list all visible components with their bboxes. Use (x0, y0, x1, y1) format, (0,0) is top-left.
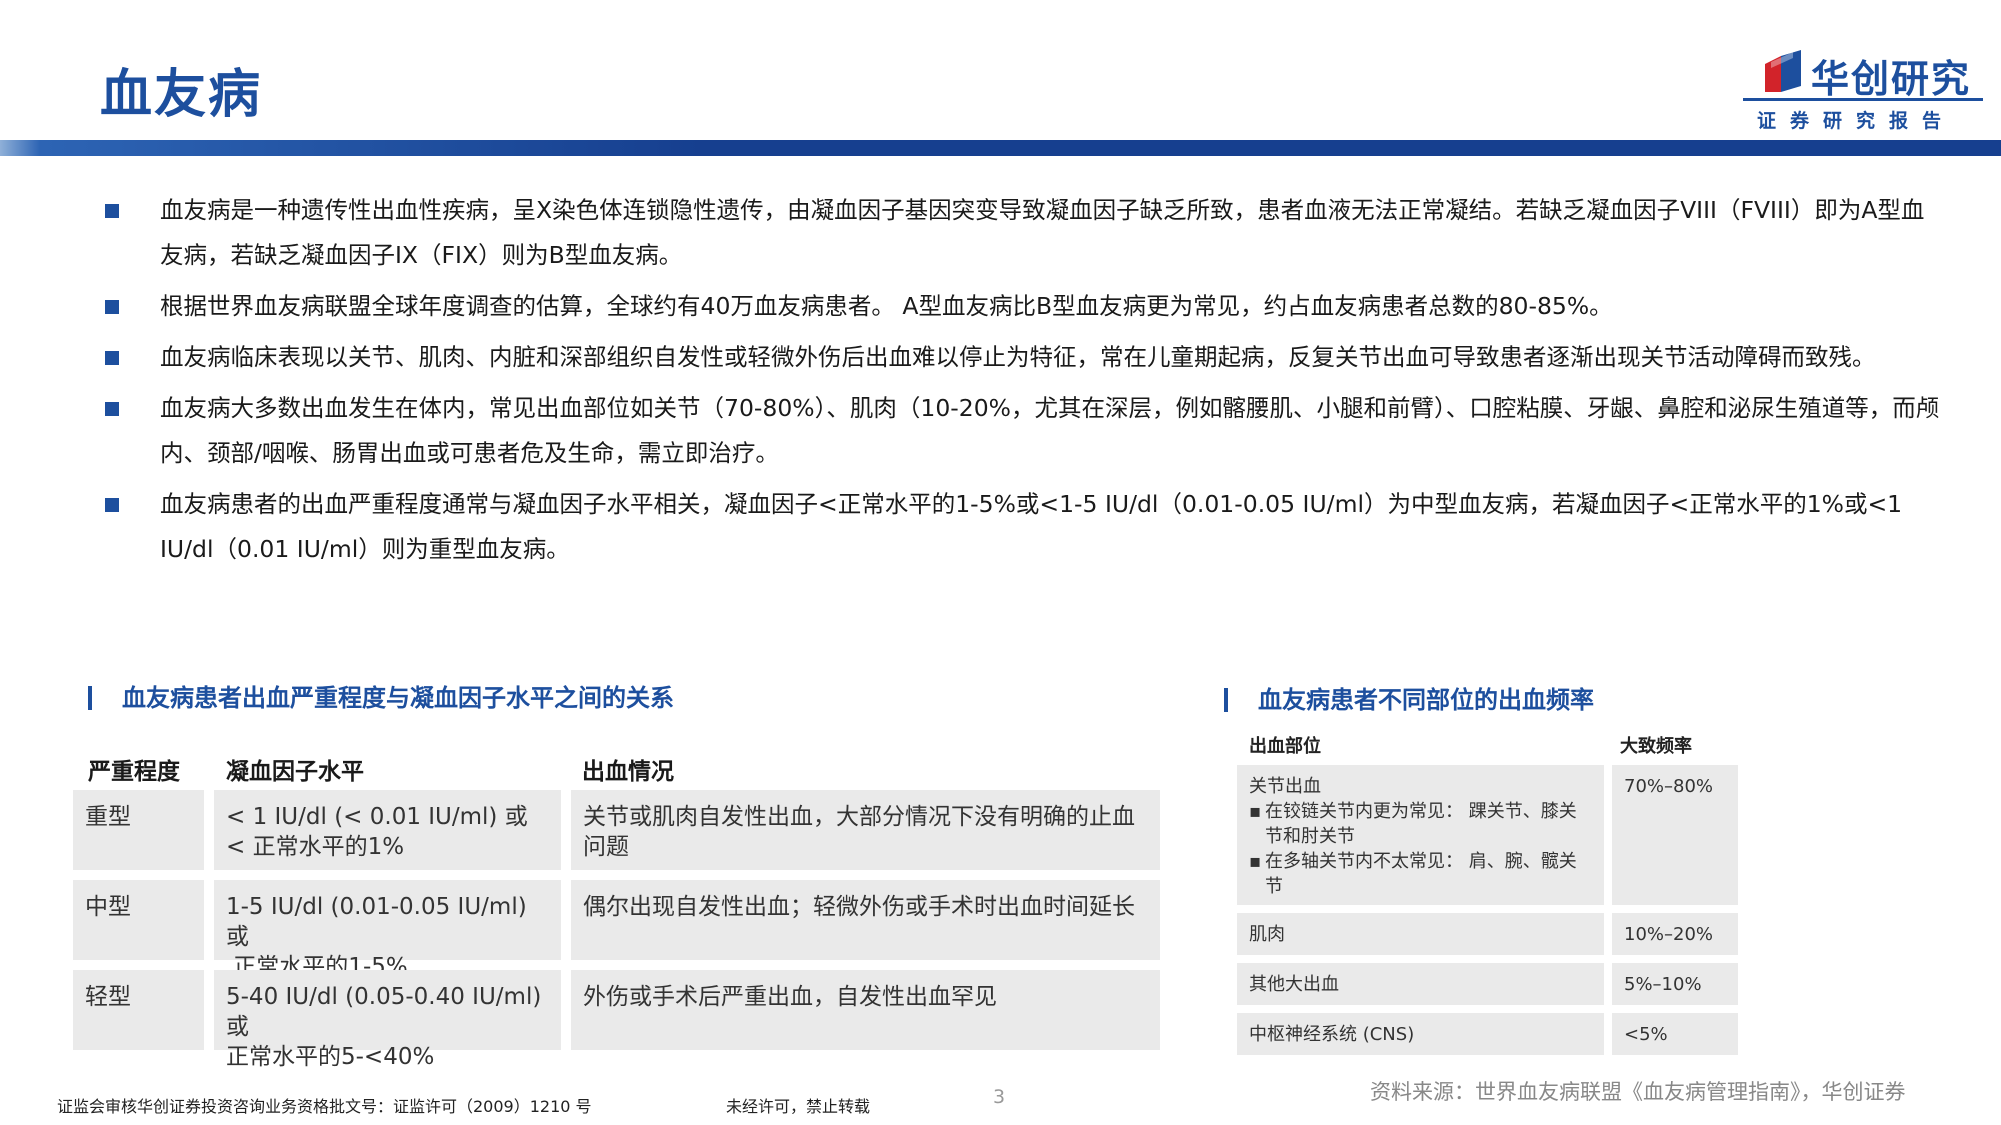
section-bar-icon (88, 686, 92, 710)
bullet-text: 根据世界血友病联盟全球年度调查的估算，全球约有40万血友病患者。 A型血友病比B… (160, 292, 1613, 320)
section-bar-icon (1224, 688, 1228, 712)
site-cell: 中枢神经系统 (CNS) (1237, 1013, 1604, 1055)
source-note: 资料来源：世界血友病联盟《血友病管理指南》，华创证券 (1370, 1080, 1906, 1104)
bullet-square-icon (105, 351, 119, 365)
bullet-item: 血友病患者的出血严重程度通常与凝血因子水平相关，凝血因子<正常水平的1-5%或<… (100, 482, 1940, 572)
sub-item: ▪ 在多轴关节内不太常见： 肩、腕、髋关节 (1249, 851, 1577, 897)
site-cell: 关节出血 ▪ 在铰链关节内更为常见： 踝关节、膝关节和肘关节 ▪ 在多轴关节内不太常… (1237, 765, 1604, 905)
level-cell: < 1 IU/dl (< 0.01 IU/ml) 或 < 正常水平的1% (214, 790, 561, 870)
severity-cell: 重型 (73, 790, 204, 870)
logo-mark-icon (1765, 50, 1801, 92)
sub-item: ▪ 在铰链关节内更为常见： 踝关节、膝关节和肘关节 (1249, 801, 1577, 847)
frequency-cell: 5%–10% (1612, 963, 1738, 1005)
company-logo: 华创研究 证券研究报告 (1743, 46, 1983, 138)
bullet-item: 血友病临床表现以关节、肌肉、内脏和深部组织自发性或轻微外伤后出血难以停止为特征，… (100, 335, 1940, 380)
bullet-square-icon (105, 204, 119, 218)
page-title: 血友病 (100, 65, 263, 125)
bullet-item: 血友病是一种遗传性出血性疾病，呈X染色体连锁隐性遗传，由凝血因子基因突变导致凝血… (100, 188, 1940, 278)
bullet-list: 血友病是一种遗传性出血性疾病，呈X染色体连锁隐性遗传，由凝血因子基因突变导致凝血… (100, 188, 1940, 578)
frequency-cell: 10%–20% (1612, 913, 1738, 955)
bleeding-cell: 偶尔出现自发性出血；轻微外伤或手术时出血时间延长 (571, 880, 1160, 960)
severity-header: 严重程度 (88, 759, 180, 785)
frequency-table-title: 血友病患者不同部位的出血频率 (1224, 680, 1594, 715)
bullet-text: 血友病患者的出血严重程度通常与凝血因子水平相关，凝血因子<正常水平的1-5%或<… (160, 490, 1903, 563)
copyright-notice: 未经许可，禁止转载 (726, 1097, 871, 1116)
severity-cell: 中型 (73, 880, 204, 960)
header-banner (0, 140, 2001, 156)
severity-table-title: 血友病患者出血严重程度与凝血因子水平之间的关系 (88, 678, 674, 713)
bullet-item: 根据世界血友病联盟全球年度调查的估算，全球约有40万血友病患者。 A型血友病比B… (100, 284, 1940, 329)
logo-tagline: 证券研究报告 (1757, 110, 1956, 132)
license-note: 证监会审核华创证券投资咨询业务资格批文号：证监许可（2009）1210 号 (57, 1097, 592, 1116)
severity-cell: 轻型 (73, 970, 204, 1050)
level-cell: 1-5 IU/dl (0.01-0.05 IU/ml) 或 正常水平的1-5% (214, 880, 561, 980)
level-cell: 5-40 IU/dl (0.05-0.40 IU/ml) 或 正常水平的5-<4… (214, 970, 561, 1070)
logo-divider (1743, 98, 1983, 101)
bullet-square-icon (105, 300, 119, 314)
page-number: 3 (993, 1086, 1006, 1108)
bleeding-header: 出血情况 (582, 759, 674, 785)
site-header: 出血部位 (1249, 736, 1321, 757)
bullet-text: 血友病是一种遗传性出血性疾病，呈X染色体连锁隐性遗传，由凝血因子基因突变导致凝血… (160, 196, 1925, 269)
bleeding-cell: 外伤或手术后严重出血，自发性出血罕见 (571, 970, 1160, 1050)
bullet-item: 血友病大多数出血发生在体内，常见出血部位如关节（70-80%）、肌肉（10-20… (100, 386, 1940, 476)
bullet-text: 血友病临床表现以关节、肌肉、内脏和深部组织自发性或轻微外伤后出血难以停止为特征，… (160, 343, 1876, 371)
frequency-cell: 70%–80% (1612, 765, 1738, 905)
bullet-square-icon (105, 498, 119, 512)
site-cell: 肌肉 (1237, 913, 1604, 955)
logo-name: 华创研究 (1811, 57, 1972, 101)
bullet-square-icon (105, 402, 119, 416)
frequency-header: 大致频率 (1620, 736, 1692, 757)
site-cell: 其他大出血 (1237, 963, 1604, 1005)
level-header: 凝血因子水平 (226, 759, 364, 785)
frequency-cell: <5% (1612, 1013, 1738, 1055)
bleeding-cell: 关节或肌肉自发性出血，大部分情况下没有明确的止血问题 (571, 790, 1160, 870)
bullet-text: 血友病大多数出血发生在体内，常见出血部位如关节（70-80%）、肌肉（10-20… (160, 394, 1940, 467)
